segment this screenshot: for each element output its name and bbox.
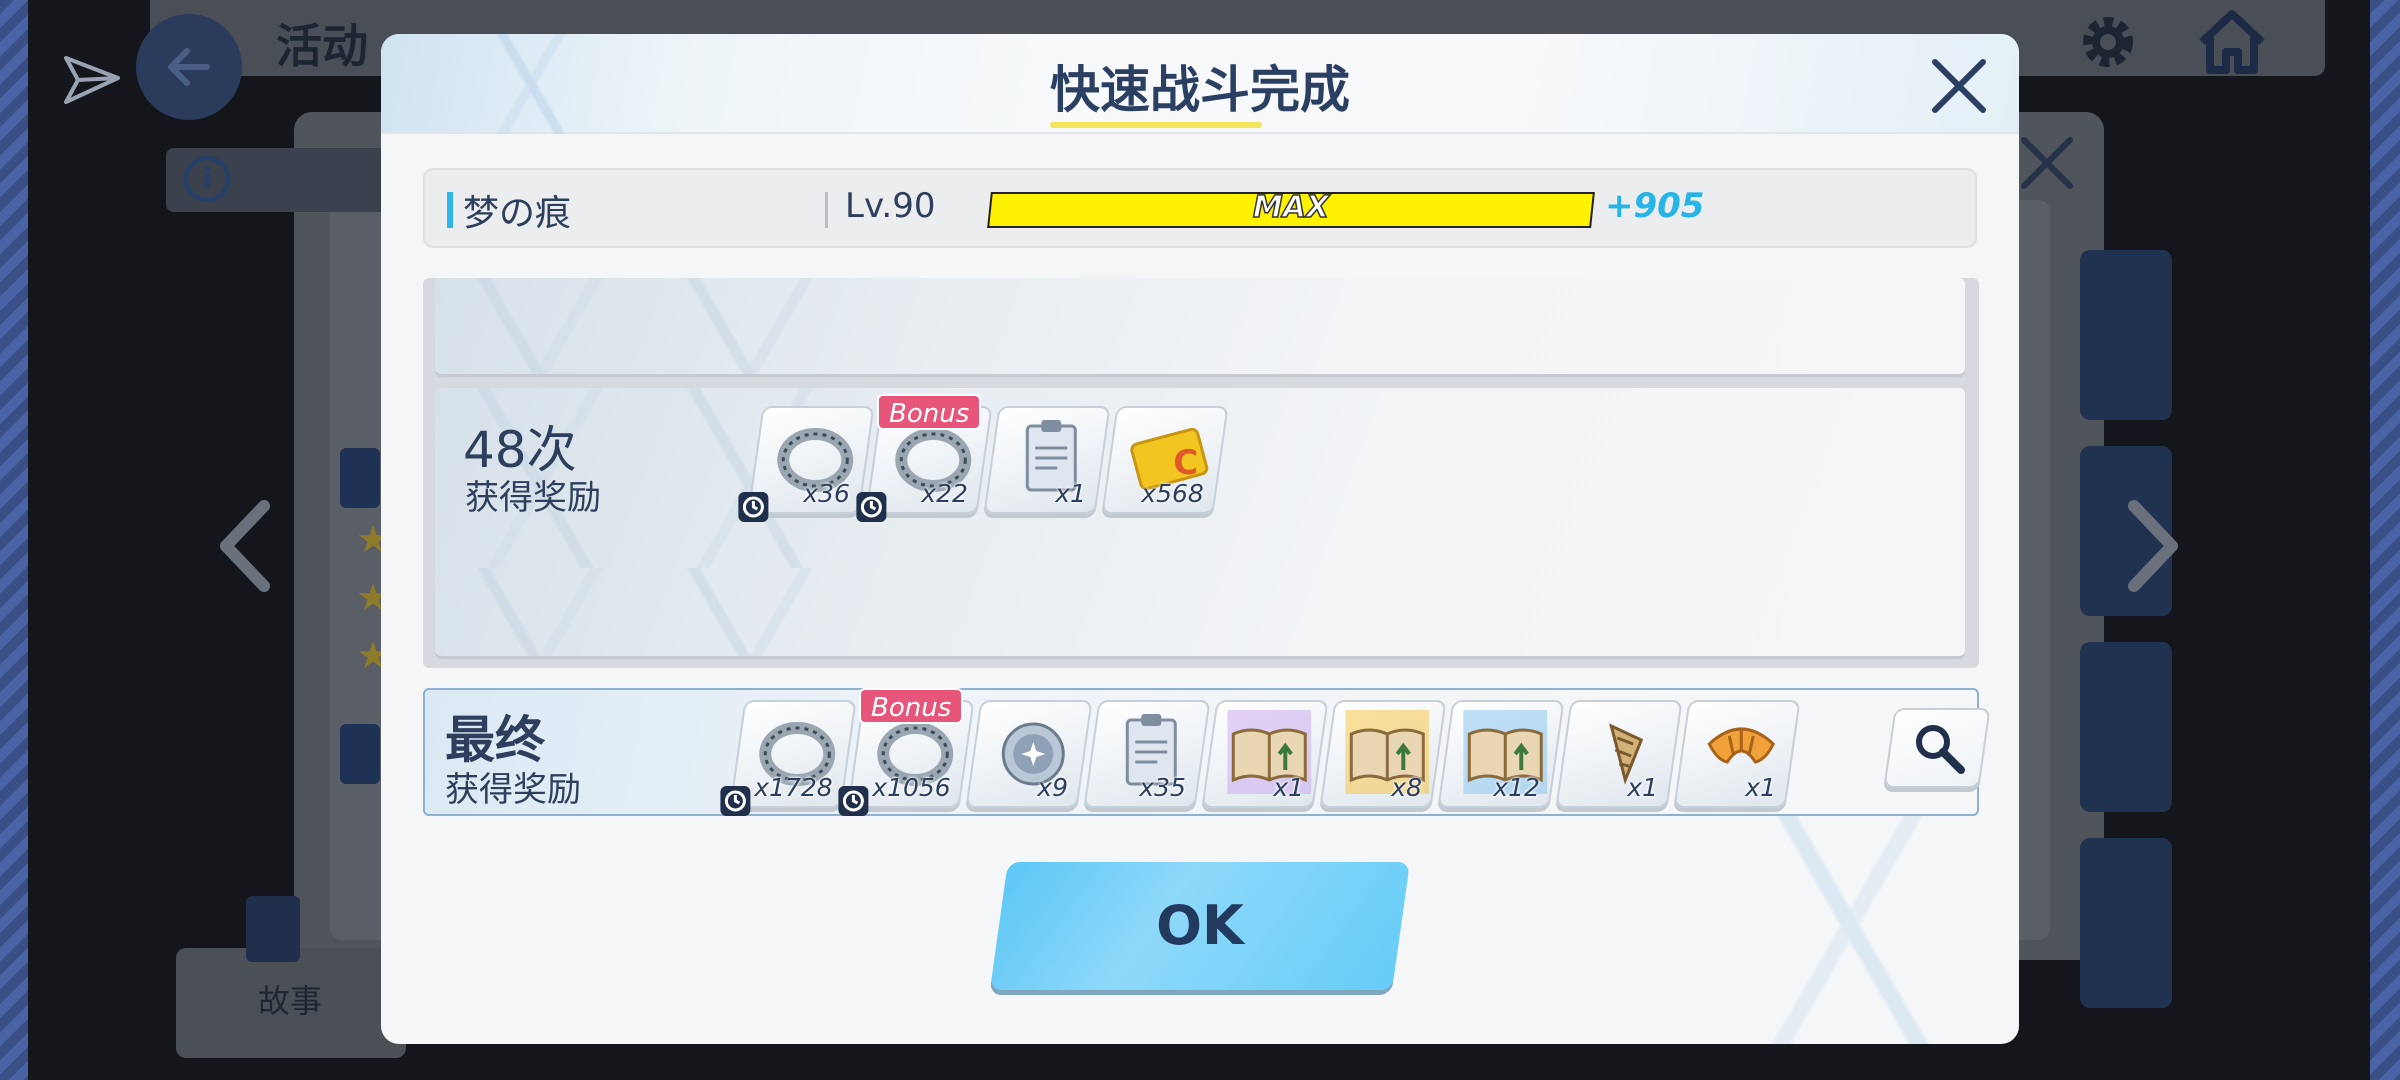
gear-icon[interactable] [2076, 10, 2140, 74]
detail-search-button[interactable] [1883, 708, 1991, 788]
item-quantity: x1 [1055, 479, 1087, 508]
item-quantity: x1056 [871, 773, 951, 802]
background-card [2080, 838, 2172, 1008]
dialog-title: 快速战斗完成 [1050, 61, 1350, 119]
item-quantity: x9 [1037, 773, 1069, 802]
exp-bar-label: MAX [1252, 189, 1330, 226]
title-underline [1050, 122, 1262, 128]
ok-button[interactable]: OK [990, 862, 1410, 990]
item-quantity: x1 [1273, 773, 1305, 802]
list-item [435, 278, 1965, 374]
item-quantity: x568 [1141, 479, 1205, 508]
final-rewards: 最终 获得奖励 x1728 x1056 Bonus x9 x35 x1 x8 x12 x1 x1 [423, 688, 1991, 816]
close-icon[interactable] [1927, 54, 1991, 118]
reward-item[interactable]: Cx568 [1101, 406, 1229, 514]
background-card [2080, 250, 2172, 420]
reward-item[interactable]: x12 [1437, 700, 1565, 808]
character-level: Lv.90 [845, 186, 936, 226]
back-arrow-icon [168, 48, 210, 86]
clock-icon [856, 492, 887, 522]
background-card [2080, 642, 2172, 812]
item-quantity: x1 [1627, 773, 1659, 802]
item-quantity: x8 [1391, 773, 1423, 802]
dialog-decoration [1681, 814, 2019, 1044]
story-label: 故事 [258, 982, 323, 1020]
background-stripes-right [2370, 0, 2400, 1080]
item-quantity: x35 [1139, 773, 1187, 802]
character-exp-bar: 梦の痕 Lv.90 MAX +905 [423, 168, 1977, 248]
background-close-icon[interactable] [2012, 128, 2082, 198]
bonus-badge: Bonus [877, 394, 982, 430]
info-icon: i [184, 156, 230, 202]
character-name: 梦の痕 [463, 193, 572, 234]
list-item: 48次 获得奖励 x36 x22 Bonus x1 Cx568 [435, 388, 1965, 656]
reward-item[interactable]: x9 [965, 700, 1093, 808]
reward-item[interactable]: x1 [983, 406, 1111, 514]
background-chip [340, 448, 380, 508]
background-stripes-left [0, 0, 28, 1080]
clock-icon [838, 786, 869, 816]
dialog-header: 快速战斗完成 [381, 34, 2019, 134]
accent-mark [447, 192, 453, 228]
background-side-cards [2080, 250, 2172, 1010]
reward-item[interactable]: x8 [1319, 700, 1447, 808]
reward-label: 获得奖励 [465, 478, 601, 518]
quick-battle-result-dialog: 快速战斗完成 梦の痕 Lv.90 MAX +905 48次 获得奖励 x36 x2… [381, 34, 2019, 1044]
ok-label: OK [1156, 894, 1244, 957]
back-button[interactable] [136, 14, 242, 120]
divider [825, 192, 828, 228]
item-quantity: x22 [921, 479, 969, 508]
story-book-icon [246, 896, 300, 962]
item-quantity: x1728 [753, 773, 833, 802]
exp-gain: +905 [1605, 186, 1705, 226]
send-icon[interactable] [62, 50, 122, 110]
bonus-badge: Bonus [859, 688, 964, 724]
background-screen-title: 活动 [276, 19, 368, 73]
svg-text:C: C [1173, 443, 1198, 483]
home-icon[interactable] [2196, 8, 2268, 74]
clock-icon [738, 492, 769, 522]
final-reward-label: 获得奖励 [445, 770, 581, 810]
reward-item[interactable]: x1 [1555, 700, 1683, 808]
item-quantity: x36 [803, 479, 851, 508]
background-chip [340, 724, 380, 784]
reward-item[interactable]: x1 [1673, 700, 1801, 808]
battle-result-list[interactable]: 48次 获得奖励 x36 x22 Bonus x1 Cx568 [423, 278, 1979, 668]
search-icon [1916, 725, 1965, 774]
reward-item[interactable]: x1 [1201, 700, 1329, 808]
item-quantity: x1 [1745, 773, 1777, 802]
clock-icon [720, 786, 751, 816]
item-quantity: x12 [1493, 773, 1541, 802]
next-arrow-icon[interactable] [2124, 496, 2184, 596]
reward-item[interactable]: x35 [1083, 700, 1211, 808]
previous-arrow-icon[interactable] [214, 496, 274, 596]
